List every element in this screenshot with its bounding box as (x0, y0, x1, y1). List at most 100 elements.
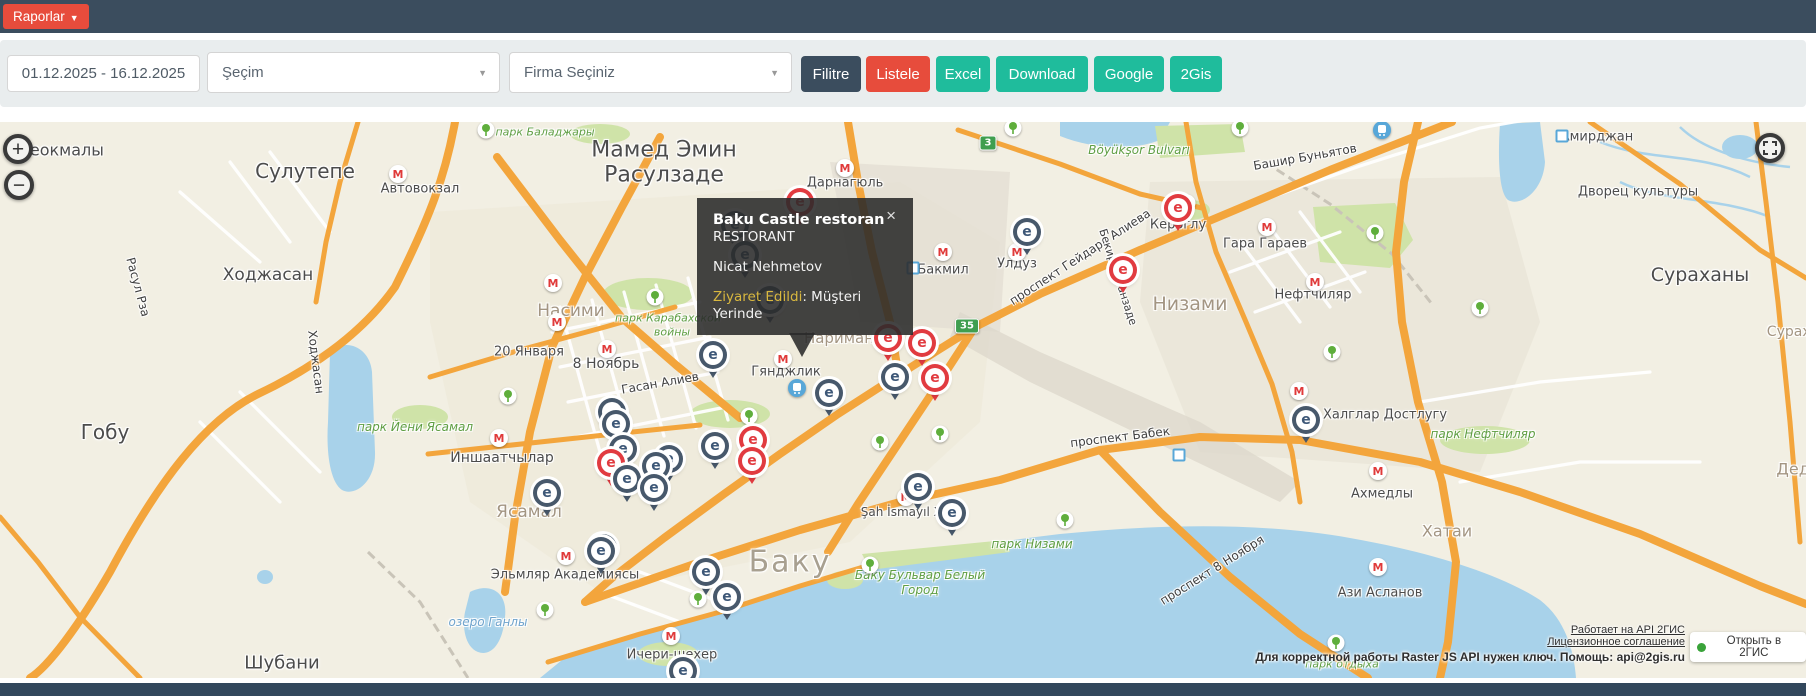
map-label: парк Нефтчиляр (1431, 427, 1536, 441)
metro-icon: М (548, 313, 566, 331)
park-tree-icon (478, 122, 495, 139)
metro-icon: М (598, 340, 616, 358)
map-label: Расулзаде (604, 163, 724, 188)
excel-button[interactable]: Excel (936, 56, 990, 92)
map-label: Бакмил (917, 263, 968, 278)
zoom-in-button[interactable]: + (3, 134, 33, 164)
raporlar-label: Raporlar (13, 9, 65, 24)
map-pin-gray[interactable]: e (533, 479, 561, 516)
map-pin-gray[interactable]: e (701, 432, 729, 469)
map-label: Ходжасан (223, 265, 313, 285)
metro-icon: М (557, 547, 575, 565)
api-key-note: Для корректной работы Raster JS API нуже… (1255, 650, 1685, 664)
park-tree-icon (872, 434, 889, 451)
metro-icon: М (389, 165, 407, 183)
map-pin-gray[interactable]: e (640, 474, 668, 511)
map-label: Деде (1776, 460, 1806, 479)
firma-select[interactable]: Firma Seçiniz ▼ (509, 52, 792, 93)
metro-icon: М (544, 274, 562, 292)
park-tree-icon (1472, 300, 1489, 317)
chevron-down-icon: ▼ (70, 13, 79, 23)
map-label: Сураха (1767, 324, 1806, 340)
bus-stop-icon (1173, 449, 1186, 462)
open-in-2gis-button[interactable]: Открыть в 2ГИС (1690, 632, 1806, 662)
metro-icon: М (1306, 273, 1324, 291)
park-tree-icon (932, 426, 949, 443)
map-label: Город (901, 583, 938, 597)
map-pin-red[interactable]: e (921, 364, 949, 401)
map-pin-gray[interactable]: e (1292, 406, 1320, 443)
map-label: Амирджан (1561, 130, 1634, 145)
park-tree-icon (537, 602, 554, 619)
park-tree-icon (1057, 512, 1074, 529)
map-label: 8 Ноябрь (573, 356, 640, 372)
google-button[interactable]: Google (1094, 56, 1164, 92)
map-label: Иншаатчылар (450, 450, 554, 466)
map-attribution: Работает на API 2ГИС Лицензионное соглаш… (1255, 624, 1685, 664)
date-range-input[interactable] (7, 55, 200, 92)
map-label: Хатаи (1422, 522, 1472, 541)
license-link[interactable]: Лицензионное соглашение (1255, 636, 1685, 648)
map-label: Низами (1152, 293, 1227, 315)
zoom-out-button[interactable]: − (4, 170, 34, 200)
map-label: парк Баладжары (495, 126, 594, 139)
map-label: Ахмедлы (1351, 487, 1413, 502)
metro-icon: М (490, 429, 508, 447)
map-canvas[interactable]: × Baku Castle restoran RESTORANT Nicat N… (0, 122, 1806, 678)
map-label: Дворец культуры (1578, 185, 1698, 200)
map-label: Халглар Достлугу (1323, 408, 1447, 423)
map-pin-gray[interactable]: e (1013, 218, 1041, 255)
map-pin-gray[interactable]: e (904, 473, 932, 510)
map-pin-gray[interactable]: e (699, 341, 727, 378)
map-label: парк Йени Ясамал (357, 420, 473, 434)
metro-icon: М (1258, 218, 1276, 236)
map-label: Баку (749, 545, 832, 580)
api-2gis-link[interactable]: Работает на API 2ГИС (1255, 624, 1685, 636)
map-pin-gray[interactable]: e (815, 379, 843, 416)
gis-button[interactable]: 2Gis (1170, 56, 1222, 92)
road-shield: 35 (955, 319, 979, 334)
map-pin-gray[interactable]: e (881, 363, 909, 400)
chevron-down-icon: ▼ (478, 68, 487, 78)
download-button[interactable]: Download (996, 56, 1088, 92)
bottom-bar (0, 683, 1806, 696)
park-tree-icon (1367, 225, 1384, 242)
map-label: Гобу (81, 420, 130, 444)
map-label: Ази Асланов (1338, 586, 1423, 601)
map-pin-gray[interactable]: e (587, 537, 615, 574)
metro-icon: М (662, 627, 680, 645)
metro-icon: М (1290, 382, 1308, 400)
2gis-pin-icon (1697, 643, 1706, 652)
map-pin-gray[interactable]: e (938, 499, 966, 536)
map-label: Мамед Эмин (591, 138, 736, 163)
map-label: Сураханы (1651, 264, 1750, 286)
park-tree-icon (862, 557, 879, 574)
filitre-button[interactable]: Filitre (801, 56, 861, 92)
map-pin-red[interactable]: e (1164, 194, 1192, 231)
map-label: Böyükşor Bulvarı (1088, 143, 1189, 157)
fullscreen-button[interactable] (1755, 133, 1785, 163)
raporlar-menu-button[interactable]: Raporlar ▼ (3, 4, 89, 29)
map-pin-gray[interactable]: e (713, 583, 741, 620)
visit-label: Ziyaret Edildi (713, 289, 802, 305)
secim-select[interactable]: Şeçim ▼ (207, 52, 500, 93)
popup-visit-status: Ziyaret Edildi: Müşteri Yerinde (713, 289, 897, 323)
park-tree-icon (1324, 344, 1341, 361)
map-pin-red[interactable]: e (1109, 256, 1137, 293)
road-shield: 3 (980, 136, 997, 151)
map-pin-gray[interactable]: e (669, 657, 697, 678)
close-icon[interactable]: × (880, 205, 902, 227)
popup-person: Nicat Nehmetov (713, 259, 897, 276)
park-tree-icon (500, 388, 517, 405)
page: { "header": { "raporlar_label": "Raporla… (0, 0, 1816, 696)
map-pin-gray[interactable]: e (613, 465, 641, 502)
transit-icon (788, 379, 806, 397)
filter-toolbar: Şeçim ▼ Firma Seçiniz ▼ Filitre Listele … (0, 40, 1806, 107)
listele-button[interactable]: Listele (866, 56, 930, 92)
secim-select-value: Şeçim (222, 64, 264, 81)
open-in-2gis-label: Открыть в 2ГИС (1712, 635, 1796, 659)
map-pin-red[interactable]: e (738, 447, 766, 484)
metro-icon: М (934, 243, 952, 261)
map-label: Автовокзал (381, 182, 460, 197)
chevron-down-icon: ▼ (770, 68, 779, 78)
